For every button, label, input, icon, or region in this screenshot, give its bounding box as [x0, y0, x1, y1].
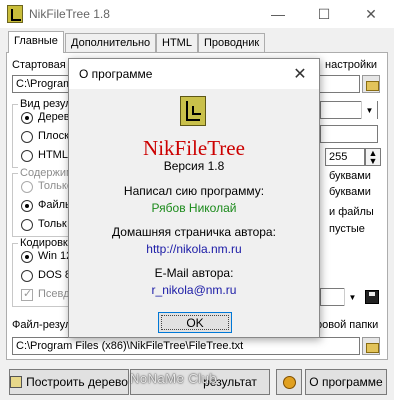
tab-html[interactable]: HTML	[156, 33, 198, 52]
extra-input[interactable]	[320, 125, 378, 143]
build-tree-label: Построить дерево	[26, 375, 128, 389]
window-title: NikFileTree 1.8	[29, 7, 110, 21]
result-file-input[interactable]: C:\Program Files (x86)\NikFileTree\FileT…	[12, 337, 360, 355]
view-tree-radio[interactable]	[21, 112, 33, 124]
view-flat-radio[interactable]	[21, 131, 33, 143]
maximize-button[interactable]: ☐	[301, 0, 347, 28]
result-folder-label: ровой папки	[316, 319, 379, 331]
start-folder-label: Стартовая	[12, 59, 66, 71]
tree-icon	[10, 376, 23, 388]
tab-advanced[interactable]: Дополнительно	[65, 33, 157, 52]
option-text-1: буквами	[329, 170, 371, 182]
app-logo-icon	[180, 96, 206, 126]
dialog-email-caption: E-Mail автора:	[154, 266, 234, 280]
dialog-author-caption: Написал сию программу:	[123, 184, 265, 198]
settings-label: настройки	[325, 59, 378, 71]
dialog-close-icon[interactable]: ✕	[281, 59, 319, 89]
browse-start-folder-icon[interactable]	[362, 75, 380, 93]
save-icon[interactable]	[365, 290, 379, 304]
app-icon	[7, 5, 23, 23]
content-files-radio[interactable]	[21, 200, 33, 212]
depth-input[interactable]: 255	[325, 148, 365, 166]
encoding-group-label: Кодировк	[18, 237, 70, 249]
dialog-author-name: Рябов Николай	[151, 201, 237, 215]
ok-button[interactable]: OK	[158, 312, 232, 333]
chevron-down-icon[interactable]: ▼	[344, 288, 360, 306]
about-button[interactable]: О программе	[305, 369, 387, 395]
tab-main[interactable]: Главные	[8, 31, 64, 53]
dialog-app-name: NikFileTree	[143, 136, 245, 160]
dialog-title: О программе	[79, 67, 153, 81]
help-icon[interactable]	[276, 369, 302, 395]
dialog-email-link[interactable]: r_nikola@nm.ru	[69, 283, 319, 297]
encoding-dos-radio[interactable]	[21, 270, 33, 282]
view-html-radio[interactable]	[21, 150, 33, 162]
about-dialog: О программе ✕ NikFileTree Версия 1.8 Нап…	[68, 58, 320, 338]
close-window-button[interactable]: ✕	[348, 0, 394, 28]
content-group-label: Содержим	[18, 167, 76, 179]
watermark-text: NoNaMe Club	[130, 371, 218, 386]
encoding-win-radio[interactable]	[21, 251, 33, 263]
chevron-down-icon[interactable]: ▼	[361, 101, 377, 119]
option-text-2: буквами	[329, 186, 371, 198]
dialog-homepage-link[interactable]: http://nikola.nm.ru	[69, 242, 319, 256]
content-only-radio[interactable]	[21, 181, 33, 193]
content-only2-radio[interactable]	[21, 219, 33, 231]
dialog-title-bar: О программе ✕	[69, 59, 319, 89]
option-text-3: и файлы	[329, 206, 374, 218]
minimize-button[interactable]: —	[255, 0, 301, 28]
dialog-homepage-caption: Домашняя страничка автора:	[112, 225, 276, 239]
tab-explorer[interactable]: Проводник	[198, 33, 266, 52]
view-group-label: Вид резул	[18, 98, 74, 110]
content-only2-label: Тольк	[38, 218, 67, 230]
pseudo-checkbox[interactable]	[21, 287, 33, 301]
dialog-version: Версия 1.8	[163, 159, 225, 173]
browse-result-file-icon[interactable]	[362, 337, 380, 355]
option-text-4: пустые	[329, 223, 365, 235]
build-tree-button[interactable]: Построить дерево	[9, 369, 129, 395]
depth-spinner-icon[interactable]: ▲ ▼	[365, 148, 381, 166]
